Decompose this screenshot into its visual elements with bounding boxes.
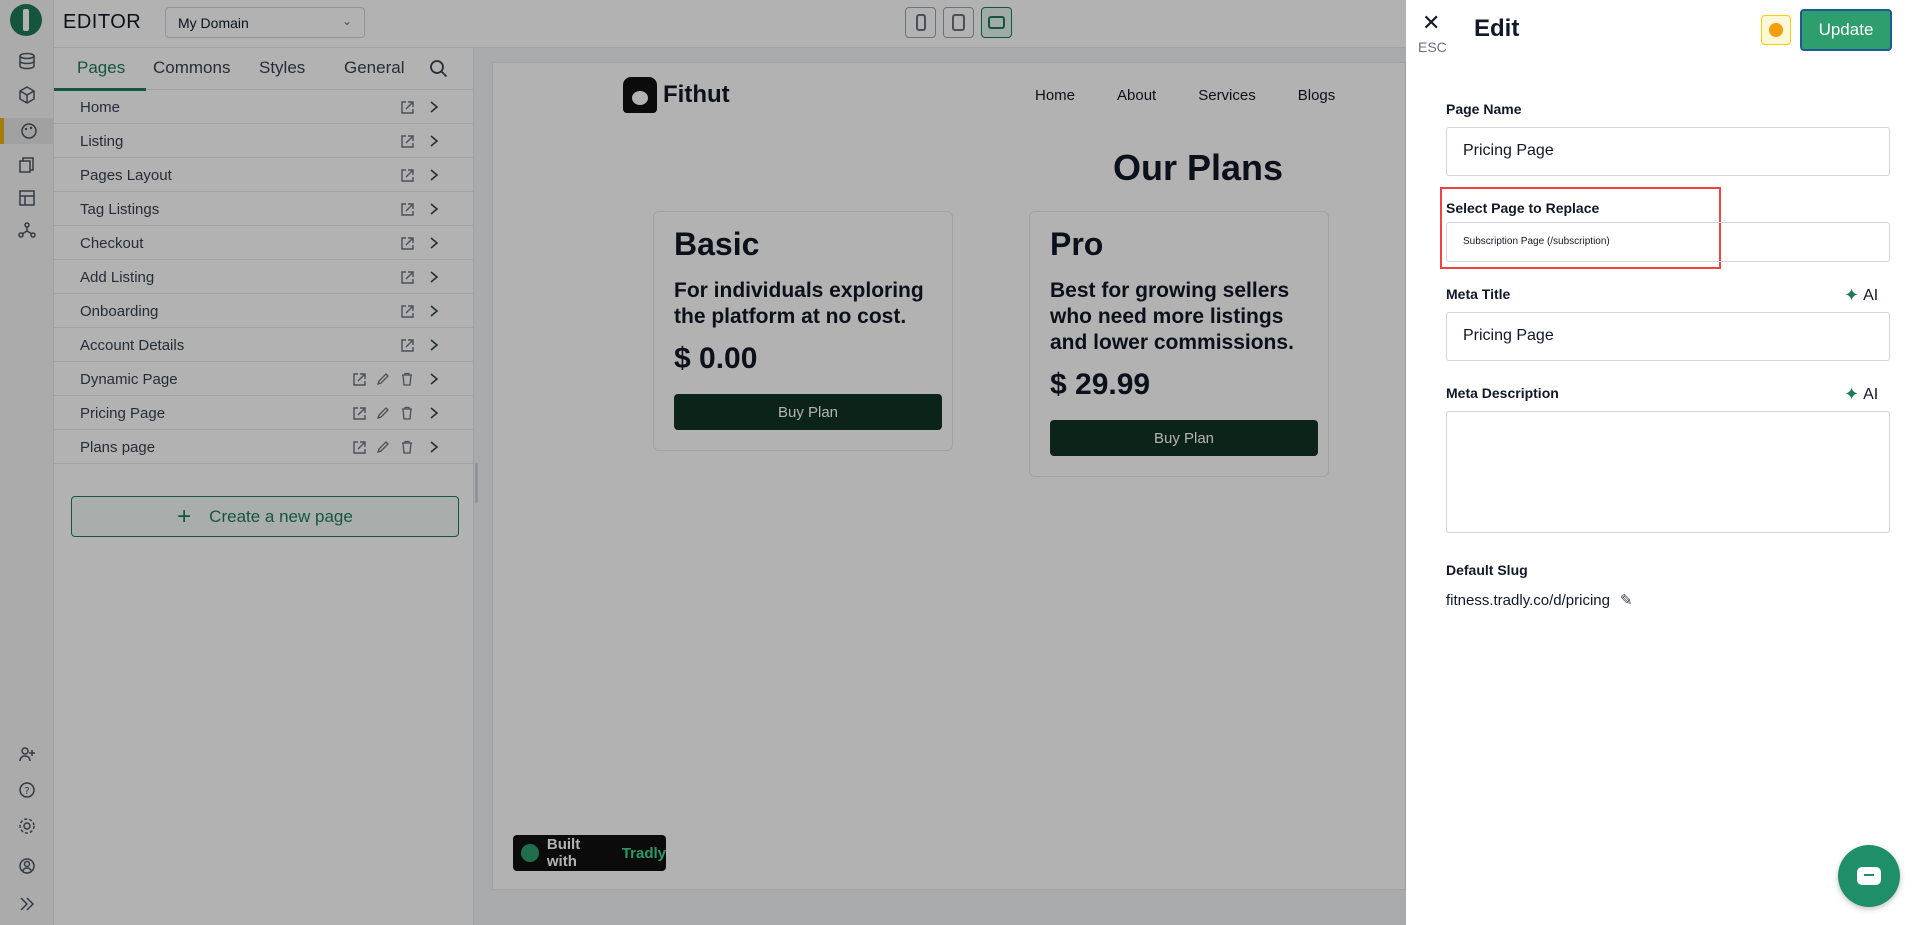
meta-description-textarea[interactable]: [1446, 411, 1890, 533]
chat-icon: [1857, 867, 1881, 885]
meta-title-label: Meta Title: [1446, 286, 1511, 302]
edit-drawer: ✕ ESC Edit Update Page Name Pricing Page…: [1406, 0, 1917, 925]
page-name-input[interactable]: Pricing Page: [1446, 127, 1890, 176]
meta-title-ai-button[interactable]: ✦ AI: [1844, 285, 1878, 306]
ai-label: AI: [1863, 385, 1879, 403]
meta-title-input[interactable]: Pricing Page: [1446, 312, 1890, 361]
pencil-icon[interactable]: ✎: [1620, 591, 1633, 609]
esc-hint: ESC: [1418, 39, 1447, 55]
chat-support-button[interactable]: [1838, 845, 1900, 907]
meta-description-ai-button[interactable]: ✦ AI: [1844, 384, 1878, 405]
ai-label: AI: [1863, 286, 1879, 304]
drawer-title: Edit: [1474, 15, 1520, 42]
replace-page-select[interactable]: Subscription Page (/subscription): [1446, 222, 1890, 262]
close-icon[interactable]: ✕: [1422, 10, 1440, 36]
coin-icon[interactable]: [1761, 15, 1791, 45]
update-button[interactable]: Update: [1800, 9, 1892, 51]
sparkle-icon: ✦: [1844, 285, 1860, 305]
page-name-label: Page Name: [1446, 101, 1522, 117]
default-slug-label: Default Slug: [1446, 562, 1528, 578]
slug-value: fitness.tradly.co/d/pricing: [1446, 591, 1610, 609]
meta-description-label: Meta Description: [1446, 385, 1559, 401]
modal-backdrop[interactable]: [0, 0, 1406, 925]
sparkle-icon: ✦: [1844, 384, 1860, 404]
replace-page-label: Select Page to Replace: [1446, 200, 1600, 216]
default-slug: fitness.tradly.co/d/pricing ✎: [1446, 591, 1633, 610]
